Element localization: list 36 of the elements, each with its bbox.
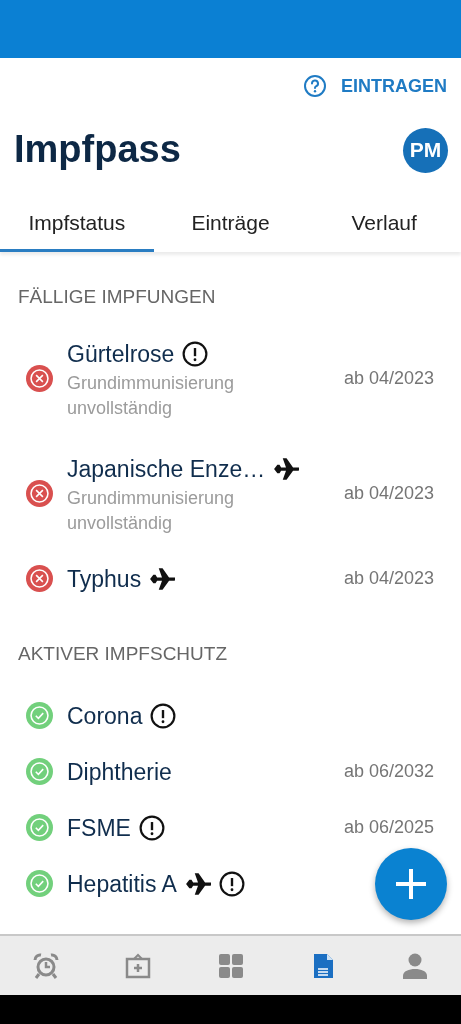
vaccine-name: Gürtelrose — [67, 339, 175, 369]
vaccine-name: FSME — [67, 813, 131, 843]
airplane-icon — [273, 456, 300, 483]
airplane-icon — [149, 566, 176, 592]
alarm-clock-icon — [32, 951, 61, 980]
vaccine-name: Typhus — [67, 564, 142, 594]
due-date: ab 04/2023 — [343, 366, 434, 390]
section-header: FÄLLIGE IMPFUNGEN — [17, 285, 217, 309]
due-date: ab 06/2032 — [343, 760, 434, 784]
warning-icon — [182, 341, 209, 368]
due-date: ab 04/2023 — [343, 567, 434, 591]
person-icon — [400, 951, 429, 980]
medical-case-icon — [124, 951, 153, 980]
vaccine-name: Corona — [67, 701, 143, 731]
plus-icon — [394, 867, 428, 901]
grid-icon — [216, 951, 245, 980]
add-button[interactable] — [375, 848, 447, 920]
tab[interactable]: Impfstatus — [0, 186, 154, 252]
airplane-icon — [184, 870, 211, 897]
vaccine-name: Diphtherie — [67, 757, 172, 787]
eintragen-button[interactable]: EINTRAGEN — [303, 72, 447, 100]
warning-icon — [218, 870, 245, 897]
avatar[interactable]: PM — [403, 127, 448, 173]
page-title: Impfpass — [14, 127, 181, 173]
status-note: Grundimmunisierung unvollständig — [67, 487, 236, 535]
vaccine-name: Hepatitis A — [67, 869, 177, 899]
warning-icon — [138, 814, 165, 841]
due-date: ab 04/2023 — [343, 481, 434, 505]
section-header: AKTIVER IMPFSCHUTZ — [17, 642, 228, 666]
tab[interactable]: Einträge — [153, 186, 308, 252]
status-note: Grundimmunisierung unvollständig — [67, 372, 236, 420]
due-date: ab 06/2025 — [343, 816, 434, 840]
tab[interactable]: Verlauf — [307, 186, 461, 252]
warning-icon — [150, 702, 177, 729]
help-icon — [303, 74, 327, 98]
vaccine-name: Japanische Enze… — [67, 454, 266, 484]
